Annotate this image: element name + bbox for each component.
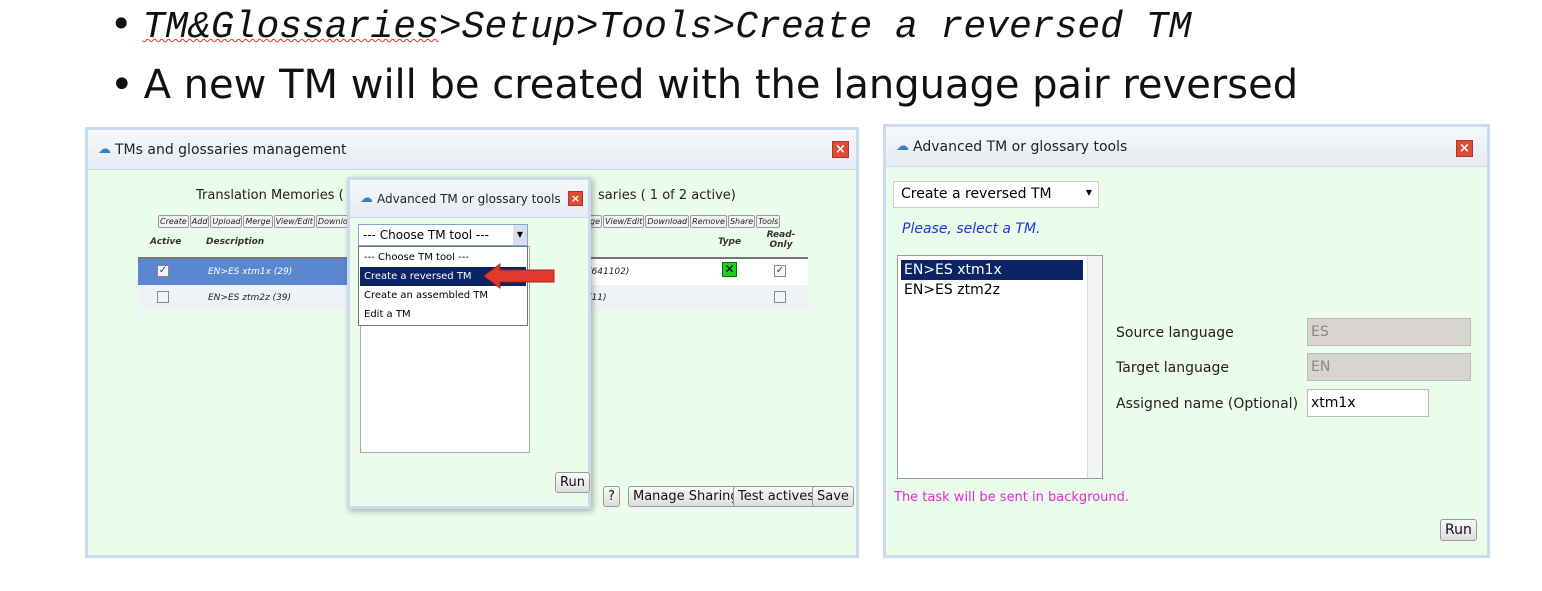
target-language-field: EN: [1307, 353, 1471, 381]
bullet-description: • A new TM will be created with the langu…: [110, 62, 1298, 108]
col-description: Description: [206, 237, 265, 247]
share-button[interactable]: Share: [727, 215, 756, 228]
path-rest: >Setup>Tools>Create a reversed TM: [438, 6, 1192, 49]
list-item[interactable]: EN>ES xtm1x: [901, 260, 1083, 280]
option-edit-tm[interactable]: Edit a TM: [360, 305, 526, 324]
col-read-only: Read-Only: [766, 230, 796, 250]
tm-description: EN>ES ztm2z (39): [208, 293, 292, 303]
assigned-name-input[interactable]: xtm1x: [1307, 389, 1429, 417]
target-language-label: Target language: [1116, 360, 1229, 376]
glossary-type-icon: ✕: [722, 262, 737, 277]
close-icon[interactable]: ×: [832, 141, 849, 158]
view-edit-button[interactable]: View/Edit: [273, 215, 315, 228]
scrollbar[interactable]: [1087, 256, 1102, 478]
download-button[interactable]: Download: [645, 215, 690, 228]
background-note: The task will be sent in background.: [894, 490, 1130, 505]
active-checkbox[interactable]: [157, 291, 169, 303]
close-icon[interactable]: ×: [1456, 140, 1473, 157]
title-bar: ☁ TMs and glossaries management: [88, 130, 856, 170]
cloud-icon: ☁: [896, 139, 909, 154]
assigned-name-label: Assigned name (Optional): [1116, 396, 1299, 412]
chevron-down-icon[interactable]: ▼: [513, 225, 527, 245]
description-text: A new TM will be created with the langua…: [143, 62, 1299, 108]
active-checkbox[interactable]: ✓: [157, 265, 169, 277]
advanced-tools-dialog: ☁ Advanced TM or glossary tools × Create …: [883, 124, 1490, 558]
bullet: •: [110, 2, 133, 46]
list-item[interactable]: EN>ES ztm2z: [901, 282, 1000, 298]
close-icon[interactable]: ×: [568, 191, 583, 206]
help-button[interactable]: ?: [603, 486, 620, 507]
glossary-count: (641102): [588, 267, 630, 277]
create-button[interactable]: Create: [158, 215, 189, 228]
bullet: •: [110, 62, 134, 108]
col-type: Type: [718, 237, 742, 247]
title-bar: ☁ Advanced TM or glossary tools: [886, 127, 1487, 167]
title-bar: ☁ Advanced TM or glossary tools: [350, 180, 588, 218]
glossary-header: saries ( 1 of 2 active): [598, 188, 736, 203]
save-button[interactable]: Save: [812, 486, 854, 507]
tools-button[interactable]: Tools: [756, 215, 781, 228]
tm-header: Translation Memories ( 1 (: [196, 188, 366, 203]
tool-select[interactable]: --- Choose TM tool --- ▼: [358, 224, 528, 246]
tm-toolbar: Create Add Upload Merge View/Edit Downlo: [158, 209, 351, 228]
chevron-down-icon[interactable]: ▼: [1086, 188, 1092, 197]
merge-button[interactable]: Merge: [243, 215, 273, 228]
col-active: Active: [150, 237, 182, 247]
glossary-toolbar: ge View/Edit Download Remove Share Tools: [588, 209, 781, 228]
run-button[interactable]: Run: [555, 472, 590, 493]
source-language-field: ES: [1307, 318, 1471, 346]
download-button[interactable]: Downlo: [315, 215, 350, 228]
advanced-tools-dialog-small: ☁ Advanced TM or glossary tools × --- Cho…: [347, 177, 591, 509]
bullet-menu-path: • TM&Glossaries>Setup>Tools>Create a reve…: [110, 2, 1191, 49]
cloud-icon: ☁: [98, 142, 111, 157]
select-prompt: Please, select a TM.: [902, 221, 1041, 237]
source-language-label: Source language: [1116, 325, 1234, 341]
manage-sharing-button[interactable]: Manage Sharing: [628, 486, 744, 507]
view-edit-button[interactable]: View/Edit: [603, 215, 645, 228]
upload-button[interactable]: Upload: [210, 215, 243, 228]
tm-description: EN>ES xtm1x (29): [208, 267, 293, 277]
cloud-icon: ☁: [360, 191, 373, 206]
add-button[interactable]: Add: [189, 215, 210, 228]
remove-button[interactable]: Remove: [690, 215, 727, 228]
test-actives-button[interactable]: Test actives: [733, 486, 820, 507]
red-arrow-icon: [484, 263, 555, 289]
read-only-checkbox[interactable]: [774, 291, 786, 303]
select-value: Create a reversed TM: [901, 186, 1052, 202]
dialog-title: Advanced TM or glossary tools: [913, 138, 1128, 155]
select-value: --- Choose TM tool ---: [363, 228, 489, 242]
run-button[interactable]: Run: [1440, 519, 1477, 541]
path-start: TM&Glossaries: [142, 6, 439, 49]
tm-listbox[interactable]: EN>ES xtm1x EN>ES ztm2z: [897, 255, 1103, 479]
read-only-checkbox[interactable]: ✓: [774, 265, 786, 277]
window-title: TMs and glossaries management: [115, 141, 347, 158]
dialog-title: Advanced TM or glossary tools: [377, 191, 561, 206]
tool-select[interactable]: Create a reversed TM ▼: [893, 181, 1099, 208]
